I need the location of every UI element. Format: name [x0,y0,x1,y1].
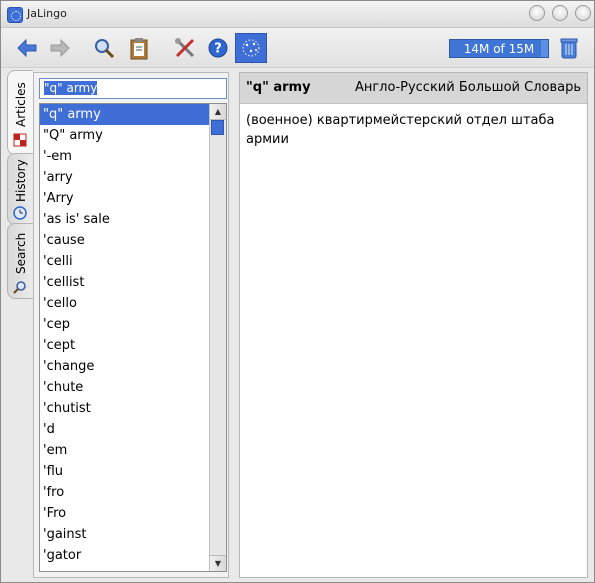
list-item[interactable]: 'flu [40,461,210,482]
list-item[interactable]: 'd [40,419,210,440]
article-headword: "q" army [246,80,311,95]
list-item[interactable]: 'Arry [40,188,210,209]
tools-icon [175,38,195,58]
list-item[interactable]: 'celli [40,251,210,272]
list-item[interactable]: 'cept [40,335,210,356]
close-button[interactable] [575,5,591,21]
list-item[interactable]: 'arry [40,167,210,188]
list-item[interactable]: "Q" army [40,125,210,146]
scroll-down-icon: ▼ [214,559,222,568]
window-title: JaLingo [27,7,67,20]
list-item[interactable]: 'gainst [40,524,210,545]
list-item[interactable]: 'Fro [40,503,210,524]
list-item[interactable]: 'as is' sale [40,209,210,230]
tab-history-label: History [14,159,28,202]
help-icon: ? [208,38,228,58]
scroll-up-button[interactable]: ▲ [210,104,226,120]
articles-panel: "q" army 'gator'gainst 'Fro'fro'flu'em'd '… [33,72,229,578]
tab-history[interactable]: History [7,153,33,225]
list-item[interactable]: 'change [40,356,210,377]
back-button[interactable] [15,36,39,60]
stars-icon [242,39,260,57]
article-panel: "q" army Англо-Русский Большой Словарь (… [239,72,588,578]
memory-text: 14M of 15M [463,41,535,56]
list-item[interactable]: 'cep [40,314,210,335]
scroll-up-icon: ▲ [214,107,222,116]
list-item[interactable]: '-em [40,146,210,167]
list-item[interactable]: 'chute [40,377,210,398]
search-icon [95,39,115,59]
search-input-value: "q" army [44,81,98,95]
search-tab-icon [13,281,26,294]
content-area: Articles History Search "q" army 'gator '… [1,68,594,582]
clipboard-icon [130,38,148,60]
tools-button[interactable] [173,36,197,60]
article-header: "q" army Англо-Русский Большой Словарь [240,73,587,104]
word-list[interactable]: 'gator'gainst 'Fro'fro'flu'em'd'chutist'c… [39,103,227,572]
toolbar: ? 14M of 15M [1,28,594,68]
list-item[interactable]: 'fro [40,482,210,503]
scroll-down-button[interactable]: ▼ [210,555,226,571]
article-text: (военное) квартирмейстерский отдел штаба… [246,113,555,147]
side-tabs: Articles History Search [7,70,33,370]
list-item[interactable]: 'cello [40,293,210,314]
title-bar: JaLingo [1,1,594,28]
list-item[interactable]: "q" army [40,104,210,125]
trash-button[interactable] [557,36,581,60]
list-item[interactable]: 'em [40,440,210,461]
memory-indicator[interactable]: 14M of 15M [449,39,549,58]
help-button[interactable]: ? [206,36,230,60]
app-icon [7,7,23,23]
scroll-thumb[interactable] [211,120,224,135]
app-window: JaLingo ? 14M of 15M Articles History Se… [0,0,595,583]
svg-text:?: ? [214,42,222,57]
stars-button[interactable] [235,33,267,63]
clock-icon [13,206,27,220]
back-icon [17,38,37,58]
word-list-scrollbar[interactable]: ▲ ▼ [209,104,226,571]
clipboard-button[interactable] [127,36,151,60]
list-item[interactable]: 'chutist [40,398,210,419]
search-button[interactable] [92,36,116,60]
tab-articles-label: Articles [14,82,28,127]
tab-search[interactable]: Search [7,223,33,299]
tab-articles[interactable]: Articles [7,70,33,155]
forward-button[interactable] [48,36,72,60]
articles-icon [13,133,27,147]
trash-icon [560,38,578,59]
forward-icon [50,38,70,58]
search-input[interactable]: "q" army [39,78,227,99]
list-item[interactable]: 'cellist [40,272,210,293]
tab-search-label: Search [14,232,28,274]
minimize-button[interactable] [529,5,545,21]
dictionary-name: Англо-Русский Большой Словарь [354,80,581,95]
list-item[interactable]: 'gator [40,545,210,566]
list-item[interactable]: 'cause [40,230,210,251]
maximize-button[interactable] [552,5,568,21]
